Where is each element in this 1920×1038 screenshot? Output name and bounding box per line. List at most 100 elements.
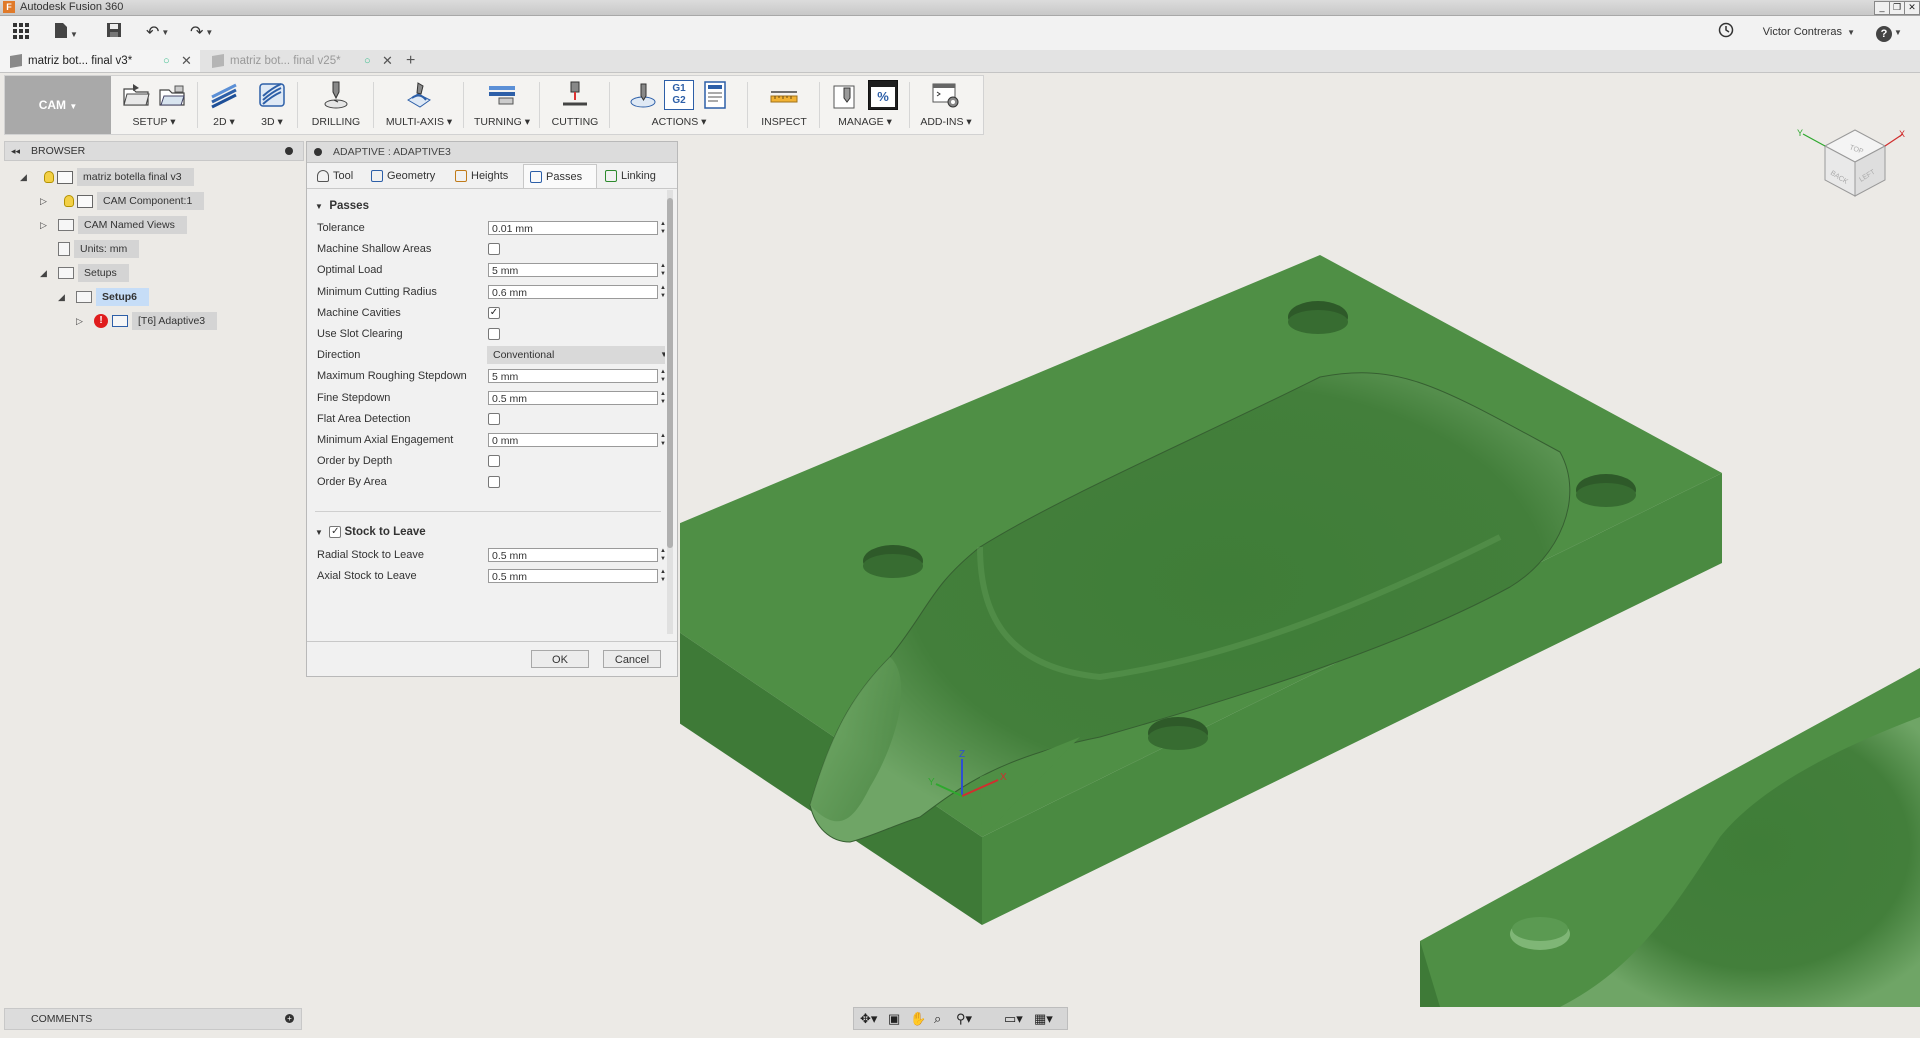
document-tab-inactive[interactable]: matriz bot... final v25* ○ ✕ <box>202 50 400 72</box>
new-tab-plus-icon[interactable]: + <box>406 50 415 72</box>
pan-hand-icon[interactable]: ✋ <box>910 1011 926 1027</box>
section-collapse-triangle-icon[interactable]: ▼ <box>315 528 323 537</box>
param-checkbox[interactable] <box>488 328 500 340</box>
dialog-footer: OK Cancel <box>307 641 677 676</box>
add-comment-icon[interactable]: + <box>285 1014 294 1023</box>
tab-linking[interactable]: Linking <box>599 164 673 188</box>
section-collapse-triangle-icon[interactable]: ▼ <box>315 202 323 211</box>
restore-button[interactable]: ❐ <box>1889 1 1905 15</box>
param-value-field[interactable]: 0.01 mm <box>488 221 658 235</box>
ribbon-group-3d[interactable]: 3D ▾ <box>249 76 295 134</box>
expand-triangle-icon[interactable]: ▷ <box>40 216 47 234</box>
redo-icon[interactable]: ↷ ▼ <box>190 22 213 44</box>
param-value-field[interactable]: 5 mm <box>488 369 658 384</box>
close-tab-icon[interactable]: ✕ <box>382 50 393 72</box>
look-at-icon[interactable]: ▣ <box>888 1011 900 1027</box>
spinner-arrows-icon[interactable]: ▲ ▼ <box>660 284 665 300</box>
stock-to-leave-checkbox[interactable]: ✓ <box>329 525 342 538</box>
expand-triangle-icon[interactable]: ▷ <box>40 192 47 210</box>
dialog-scrollbar[interactable] <box>667 190 673 634</box>
dialog-header[interactable]: ADAPTIVE : ADAPTIVE3 <box>307 142 677 163</box>
tab-tool[interactable]: Tool <box>311 164 363 188</box>
ok-button[interactable]: OK <box>531 650 589 668</box>
param-checkbox[interactable] <box>488 412 500 425</box>
workspace-switcher-button[interactable]: CAM ▼ <box>5 76 111 134</box>
direction-select[interactable]: Conventional ▼ <box>487 346 665 365</box>
param-value-field[interactable]: 0.5 mm <box>488 569 658 584</box>
save-icon[interactable] <box>106 22 122 44</box>
ribbon-group-setup[interactable]: SETUP ▾ <box>113 76 195 134</box>
expand-triangle-icon[interactable]: ▷ <box>76 312 83 330</box>
visibility-bulb-icon[interactable] <box>64 195 74 208</box>
param-value-field[interactable]: 0 mm <box>488 433 658 447</box>
close-window-button[interactable]: ✕ <box>1904 1 1920 15</box>
tab-geometry[interactable]: Geometry <box>365 164 447 188</box>
ribbon-group-cutting[interactable]: CUTTING <box>543 76 607 134</box>
param-label: Order by Depth <box>317 455 393 468</box>
ribbon-group-turning[interactable]: TURNING ▾ <box>467 76 537 134</box>
model-canvas[interactable]: Z X Y <box>580 137 1920 1007</box>
param-value-field[interactable]: 5 mm <box>488 263 658 278</box>
tab-passes[interactable]: Passes <box>523 164 597 188</box>
mold-block-second[interactable] <box>1420 657 1920 1007</box>
param-checkbox[interactable] <box>488 243 500 256</box>
collapse-triangle-icon[interactable]: ◢ <box>40 264 47 282</box>
viewcube-x-axis-label: X <box>1899 129 1905 139</box>
spinner-arrows-icon[interactable]: ▲ ▼ <box>660 390 665 406</box>
spinner-arrows-icon[interactable]: ▲ ▼ <box>660 368 665 384</box>
spinner-arrows-icon[interactable]: ▲ ▼ <box>660 220 665 236</box>
data-panel-grid-icon[interactable] <box>12 22 30 44</box>
passes-section-header[interactable]: ▼ Passes <box>315 196 369 216</box>
comments-panel[interactable]: COMMENTS + <box>4 1008 302 1030</box>
display-settings-icon[interactable]: ▭▾ <box>1004 1011 1023 1027</box>
tab-heights[interactable]: Heights <box>449 164 521 188</box>
ribbon-group-multi-axis[interactable]: MULTI-AXIS ▾ <box>377 76 461 134</box>
undo-icon[interactable]: ↶ ▼ <box>146 22 169 44</box>
param-checkbox[interactable] <box>488 455 500 468</box>
dialog-collapse-icon[interactable] <box>314 148 322 156</box>
browser-header[interactable]: ◂◂ BROWSER <box>4 141 304 161</box>
spinner-arrows-icon[interactable]: ▲ ▼ <box>660 568 665 584</box>
ribbon-group-add-ins[interactable]: ADD-INS ▾ <box>913 76 979 134</box>
param-checkbox[interactable]: ✓ <box>488 306 500 319</box>
user-account-menu[interactable]: Victor Contreras ▼ <box>1763 26 1855 38</box>
close-tab-icon[interactable]: ✕ <box>181 50 192 72</box>
simulate-icon <box>628 80 658 110</box>
ribbon-group-2d[interactable]: 2D ▾ <box>201 76 247 134</box>
param-label: Axial Stock to Leave <box>317 570 417 583</box>
job-status-clock-icon[interactable] <box>1718 22 1734 44</box>
param-label: Fine Stepdown <box>317 391 391 404</box>
grid-settings-icon[interactable]: ▦▾ <box>1034 1011 1053 1027</box>
param-value-field[interactable]: 0.5 mm <box>488 548 658 562</box>
document-tab-active[interactable]: matriz bot... final v3* ○ ✕ <box>0 50 200 72</box>
stock-to-leave-section-header[interactable]: ▼ ✓ Stock to Leave <box>315 522 426 542</box>
panel-options-icon[interactable] <box>285 147 293 155</box>
param-value-field[interactable]: 0.6 mm <box>488 284 658 299</box>
collapse-panel-icon[interactable]: ◂◂ <box>11 142 20 160</box>
orbit-icon[interactable]: ✥▾ <box>860 1011 877 1027</box>
viewcube[interactable]: Y X TOP BACK LEFT <box>1797 94 1907 204</box>
fit-zoom-icon[interactable]: ⚲▾ <box>956 1011 972 1027</box>
ribbon-group-inspect[interactable]: INSPECT <box>751 76 817 134</box>
param-row: Machine Cavities ✓ <box>317 302 657 324</box>
file-menu-icon[interactable]: ▼ <box>54 22 78 44</box>
minimize-button[interactable]: _ <box>1874 1 1890 15</box>
spinner-arrows-icon[interactable]: ▲ ▼ <box>660 547 665 563</box>
zoom-window-icon[interactable]: ⌕ <box>934 1011 941 1027</box>
dropdown-arrow-icon: ▼ <box>660 350 665 360</box>
ribbon-group-manage[interactable]: % MANAGE ▾ <box>823 76 907 134</box>
visibility-bulb-icon[interactable] <box>44 171 54 184</box>
ribbon-group-actions[interactable]: G1 G2 ACTIONS ▾ <box>613 76 745 134</box>
mold-block-main[interactable] <box>580 255 1722 925</box>
cancel-button[interactable]: Cancel <box>603 650 661 668</box>
3d-viewport[interactable]: Z X Y Y X TOP BACK LEFT <box>580 128 1920 1007</box>
param-value-field[interactable]: 0.5 mm <box>488 390 658 405</box>
collapse-triangle-icon[interactable]: ◢ <box>58 288 65 306</box>
ribbon-group-drilling[interactable]: DRILLING <box>301 76 371 134</box>
param-checkbox[interactable] <box>488 476 500 489</box>
spinner-arrows-icon[interactable]: ▲ ▼ <box>660 432 665 448</box>
help-icon[interactable]: ? ▼ <box>1876 22 1902 44</box>
scrollbar-thumb[interactable] <box>667 198 673 548</box>
collapse-triangle-icon[interactable]: ◢ <box>20 168 27 186</box>
spinner-arrows-icon[interactable]: ▲ ▼ <box>660 262 665 278</box>
